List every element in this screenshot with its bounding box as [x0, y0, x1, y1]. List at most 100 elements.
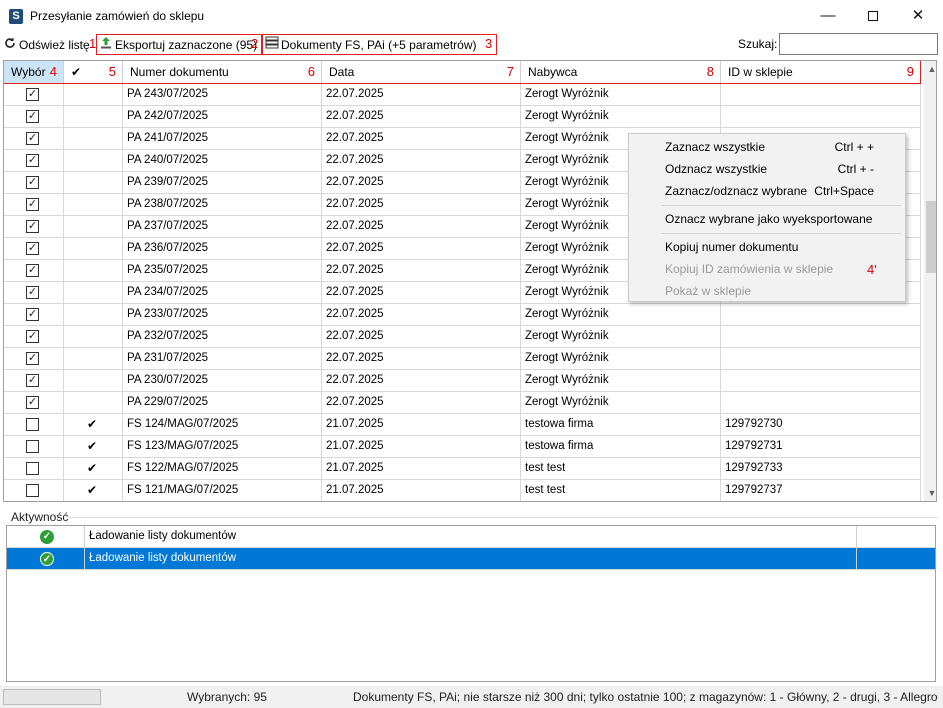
- checkbox-checked[interactable]: ✓: [26, 110, 39, 123]
- table-row[interactable]: ✓ PA 233/07/2025 22.07.2025 Zerogt Wyróżnik: [4, 304, 921, 326]
- select-cell: ✓: [4, 106, 64, 128]
- select-cell: ✓: [4, 216, 64, 238]
- date-cell: 22.07.2025: [322, 194, 521, 216]
- checkbox-unchecked[interactable]: [26, 462, 39, 475]
- table-row[interactable]: ✔ FS 123/MAG/07/2025 21.07.2025 testowa fir…: [4, 436, 921, 458]
- checkbox-checked[interactable]: ✓: [26, 352, 39, 365]
- activity-list: ✓ Ładowanie listy dokumentów ✓ Ładowanie…: [6, 525, 936, 682]
- checkbox-checked[interactable]: ✓: [26, 132, 39, 145]
- exported-check-icon: ✔: [87, 439, 98, 453]
- buyer-cell: Zerogt Wyróżnik: [521, 348, 721, 370]
- document-number-cell: PA 230/07/2025: [123, 370, 322, 392]
- table-row[interactable]: ✓ PA 243/07/2025 22.07.2025 Zerogt Wyróżnik: [4, 84, 921, 106]
- grid-vertical-scrollbar[interactable]: ▲ ▼: [924, 61, 936, 501]
- refresh-button[interactable]: Odśwież listę: [3, 35, 90, 55]
- exported-cell: [64, 326, 123, 348]
- activity-label: Aktywność: [11, 510, 69, 524]
- exported-cell: [64, 150, 123, 172]
- exported-cell: [64, 304, 123, 326]
- exported-cell: [64, 172, 123, 194]
- date-cell: 21.07.2025: [322, 480, 521, 501]
- checkbox-checked[interactable]: ✓: [26, 220, 39, 233]
- export-button[interactable]: Eksportuj zaznaczone (95): [99, 35, 257, 55]
- select-cell: ✓: [4, 84, 64, 106]
- select-cell: [4, 458, 64, 480]
- export-label: Eksportuj zaznaczone (95): [115, 38, 258, 52]
- exported-cell: [64, 216, 123, 238]
- menu-item-select-all[interactable]: Zaznacz wszystkie Ctrl + +: [630, 136, 904, 158]
- table-row[interactable]: ✓ PA 229/07/2025 22.07.2025 Zerogt Wyróżnik: [4, 392, 921, 414]
- annotation-3: 3: [485, 36, 493, 51]
- select-cell: ✓: [4, 348, 64, 370]
- menu-item-mark-exported[interactable]: Oznacz wybrane jako wyeksportowane: [630, 208, 904, 230]
- menu-item-deselect-all[interactable]: Odznacz wszystkie Ctrl + -: [630, 158, 904, 180]
- scroll-thumb[interactable]: [926, 201, 936, 273]
- document-number-cell: FS 121/MAG/07/2025: [123, 480, 322, 501]
- table-row[interactable]: ✔ FS 122/MAG/07/2025 21.07.2025 test test 12…: [4, 458, 921, 480]
- checkbox-checked[interactable]: ✓: [26, 176, 39, 189]
- table-row[interactable]: ✓ PA 231/07/2025 22.07.2025 Zerogt Wyróżnik: [4, 348, 921, 370]
- buyer-cell: Zerogt Wyróżnik: [521, 84, 721, 106]
- stack-icon: [265, 35, 279, 55]
- checkbox-unchecked[interactable]: [26, 418, 39, 431]
- checkbox-checked[interactable]: ✓: [26, 330, 39, 343]
- date-cell: 22.07.2025: [322, 172, 521, 194]
- table-row[interactable]: ✓ PA 242/07/2025 22.07.2025 Zerogt Wyróżnik: [4, 106, 921, 128]
- table-row[interactable]: ✔ FS 124/MAG/07/2025 21.07.2025 testowa fir…: [4, 414, 921, 436]
- shop-id-cell: [721, 392, 921, 414]
- exported-check-icon: ✔: [87, 417, 98, 431]
- date-cell: 22.07.2025: [322, 348, 521, 370]
- exported-cell: [64, 106, 123, 128]
- checkbox-checked[interactable]: ✓: [26, 396, 39, 409]
- search-input[interactable]: [779, 33, 938, 55]
- table-row[interactable]: ✓ PA 232/07/2025 22.07.2025 Zerogt Wyróżnik: [4, 326, 921, 348]
- buyer-cell: Zerogt Wyróżnik: [521, 304, 721, 326]
- activity-divider: [68, 517, 938, 518]
- activity-row-selected[interactable]: ✓ Ładowanie listy dokumentów: [7, 548, 935, 570]
- minimize-icon: —: [820, 7, 836, 24]
- minimize-button[interactable]: —: [805, 0, 851, 32]
- date-cell: 22.07.2025: [322, 304, 521, 326]
- table-row[interactable]: ✓ PA 230/07/2025 22.07.2025 Zerogt Wyróżnik: [4, 370, 921, 392]
- document-number-cell: PA 232/07/2025: [123, 326, 322, 348]
- close-button[interactable]: ✕: [895, 0, 941, 32]
- document-number-cell: FS 122/MAG/07/2025: [123, 458, 322, 480]
- date-cell: 21.07.2025: [322, 458, 521, 480]
- date-cell: 22.07.2025: [322, 106, 521, 128]
- checkbox-unchecked[interactable]: [26, 440, 39, 453]
- buyer-cell: test test: [521, 480, 721, 501]
- maximize-button[interactable]: [850, 0, 896, 32]
- shop-id-cell: [721, 106, 921, 128]
- scroll-down-icon[interactable]: ▼: [924, 485, 936, 501]
- document-number-cell: PA 236/07/2025: [123, 238, 322, 260]
- header-highlight: [4, 61, 921, 84]
- checkbox-unchecked[interactable]: [26, 484, 39, 497]
- checkbox-checked[interactable]: ✓: [26, 264, 39, 277]
- resize-grip-icon[interactable]: .:: [929, 692, 933, 702]
- menu-item-toggle-selected[interactable]: Zaznacz/odznacz wybrane Ctrl+Space: [630, 180, 904, 202]
- table-row[interactable]: ✔ FS 121/MAG/07/2025 21.07.2025 test test 12…: [4, 480, 921, 501]
- checkbox-checked[interactable]: ✓: [26, 242, 39, 255]
- buyer-cell: Zerogt Wyróżnik: [521, 392, 721, 414]
- checkbox-checked[interactable]: ✓: [26, 286, 39, 299]
- main-window: S Przesyłanie zamówień do sklepu — ✕ Odś…: [0, 0, 943, 708]
- document-number-cell: PA 234/07/2025: [123, 282, 322, 304]
- select-cell: [4, 414, 64, 436]
- activity-row[interactable]: ✓ Ładowanie listy dokumentów: [7, 526, 935, 548]
- exported-cell: [64, 348, 123, 370]
- checkbox-checked[interactable]: ✓: [26, 374, 39, 387]
- shop-id-cell: [721, 348, 921, 370]
- select-cell: ✓: [4, 260, 64, 282]
- checkbox-checked[interactable]: ✓: [26, 198, 39, 211]
- select-cell: [4, 436, 64, 458]
- scroll-up-icon[interactable]: ▲: [924, 61, 936, 77]
- checkbox-checked[interactable]: ✓: [26, 88, 39, 101]
- checkbox-checked[interactable]: ✓: [26, 154, 39, 167]
- document-number-cell: PA 242/07/2025: [123, 106, 322, 128]
- exported-cell: ✔: [64, 480, 123, 501]
- menu-item-copy-document-number[interactable]: Kopiuj numer dokumentu: [630, 236, 904, 258]
- checkbox-checked[interactable]: ✓: [26, 308, 39, 321]
- exported-cell: [64, 194, 123, 216]
- exported-cell: [64, 260, 123, 282]
- documents-filter-button[interactable]: Dokumenty FS, PAi (+5 parametrów): [265, 35, 477, 55]
